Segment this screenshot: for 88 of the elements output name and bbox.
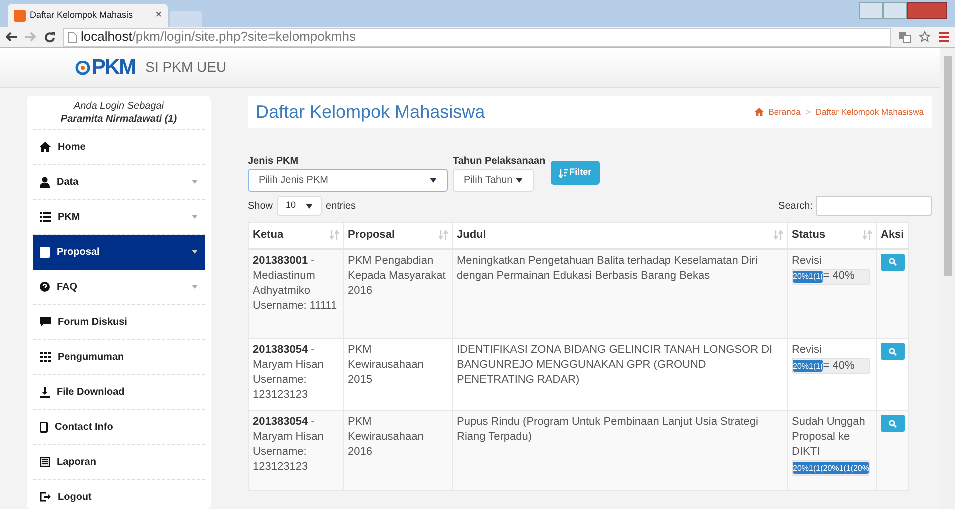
progress-label: 20%1(1( (793, 360, 824, 373)
table-cell: PKM Kewirausahaan 2016 (344, 410, 452, 490)
table-cell: Pupus Rindu (Program Untuk Pembinaan Lanjut Usia Strategi Riang Terpadu) (452, 410, 788, 490)
column-header[interactable]: Ketua (248, 222, 344, 248)
sort-icon[interactable] (439, 230, 448, 240)
browser-tab[interactable]: Daftar Kelompok Mahasis × (8, 4, 168, 27)
column-header[interactable]: Judul (452, 222, 788, 248)
search-label: Search: (778, 200, 813, 214)
dropdown-arrow-icon (430, 178, 437, 183)
progress-label: 20%1(1( (793, 271, 824, 283)
breadcrumb-separator: > (806, 106, 811, 118)
entries-label: entries (326, 200, 356, 214)
search-button[interactable] (881, 343, 905, 360)
sidebar-item[interactable]: Home (33, 130, 205, 165)
sidebar-item[interactable]: Laporan (33, 445, 205, 480)
column-header[interactable]: Status (788, 222, 876, 248)
breadcrumb-link[interactable]: Daftar Kelompok Mahasiswa (816, 106, 924, 118)
status-text: Sudah Unggah Proposal ke DIKTI (792, 415, 866, 460)
menu-icon[interactable] (939, 32, 949, 42)
logo-swirl-icon (75, 60, 91, 74)
comment-icon (40, 317, 51, 327)
search-button[interactable] (881, 415, 905, 432)
phone-icon (40, 422, 48, 432)
search-button[interactable] (881, 254, 905, 270)
forward-icon[interactable] (25, 32, 36, 42)
site-name[interactable]: SI PKM UEU (146, 57, 227, 78)
download-icon (40, 386, 50, 398)
dropdown-arrow-icon (516, 178, 523, 183)
book-icon (40, 246, 50, 258)
sidebar-item[interactable]: Proposal (33, 235, 205, 270)
reload-icon[interactable] (44, 32, 55, 42)
status-text: Revisi (792, 254, 823, 268)
caret-icon (192, 215, 198, 219)
back-icon[interactable] (6, 32, 17, 42)
entries-select[interactable]: 10 (277, 196, 322, 216)
progress-reading: = 40% (823, 358, 855, 374)
sidebar-item[interactable]: Pengumuman (33, 340, 205, 375)
sort-icon[interactable] (863, 230, 872, 240)
home-icon (754, 108, 764, 116)
breadcrumb-link[interactable]: Beranda (768, 106, 801, 118)
translate-icon[interactable] (899, 32, 911, 42)
sidebar-item[interactable]: Contact Info (33, 410, 205, 445)
question-icon (40, 282, 50, 292)
login-label: Anda Login Sebagai (72, 100, 166, 113)
tahun-select[interactable]: Pilih Tahun (453, 169, 534, 192)
grid-icon (40, 352, 51, 362)
caret-icon (192, 180, 198, 184)
status-text: Revisi (792, 343, 823, 358)
jenis-select[interactable]: Pilih Jenis PKM (248, 169, 448, 192)
caret-icon (192, 285, 198, 289)
app-icon (14, 10, 26, 22)
search-icon (889, 348, 897, 356)
search-field[interactable] (816, 196, 932, 216)
search-icon (889, 420, 897, 428)
star-icon[interactable] (919, 31, 931, 43)
sort-icon[interactable] (330, 230, 339, 240)
sidebar-item[interactable]: Forum Diskusi (33, 305, 205, 340)
window-controls[interactable] (859, 2, 947, 19)
close-icon[interactable]: × (156, 7, 162, 24)
list-icon (40, 212, 51, 222)
logo[interactable]: PKM (75, 57, 136, 78)
logout-icon (40, 492, 51, 502)
column-header[interactable]: Proposal (344, 222, 452, 248)
jenis-label: Jenis PKM (248, 155, 300, 169)
sidebar-item[interactable]: File Download (33, 375, 205, 410)
url-text: localhost/pkm/login/site.php?site=kelompokmhs (81, 28, 356, 46)
sidebar-item[interactable]: Logout (33, 480, 205, 509)
caret-icon (192, 250, 198, 254)
sort-icon (558, 168, 568, 178)
column-header[interactable]: Aksi (876, 222, 908, 248)
home-icon (40, 142, 51, 152)
user-icon (40, 176, 50, 188)
search-icon (889, 258, 897, 266)
sort-icon[interactable] (774, 230, 783, 240)
report-icon (40, 457, 50, 467)
sidebar-item[interactable]: FAQ (33, 270, 205, 305)
table-cell: 201383054 - Maryam Hisan Username: 123123123 (248, 410, 344, 490)
dropdown-arrow-icon (306, 204, 314, 208)
progress-label: 20%1(1(20%1(1(20% (793, 462, 869, 475)
user-name: Paramita Nirmalawati (1) (60, 113, 178, 126)
show-label: Show (248, 200, 274, 214)
page-icon (68, 32, 77, 42)
address-bar[interactable]: localhost/pkm/login/site.php?site=kelompokmhs (63, 28, 891, 46)
tab-title: Daftar Kelompok Mahasis (30, 8, 134, 22)
page-title: Daftar Kelompok Mahasiswa (256, 100, 486, 124)
tahun-label: Tahun Pelaksanaan (453, 155, 546, 169)
progress-reading: = 40% (823, 269, 855, 284)
sidebar-item[interactable]: Data (33, 165, 205, 200)
